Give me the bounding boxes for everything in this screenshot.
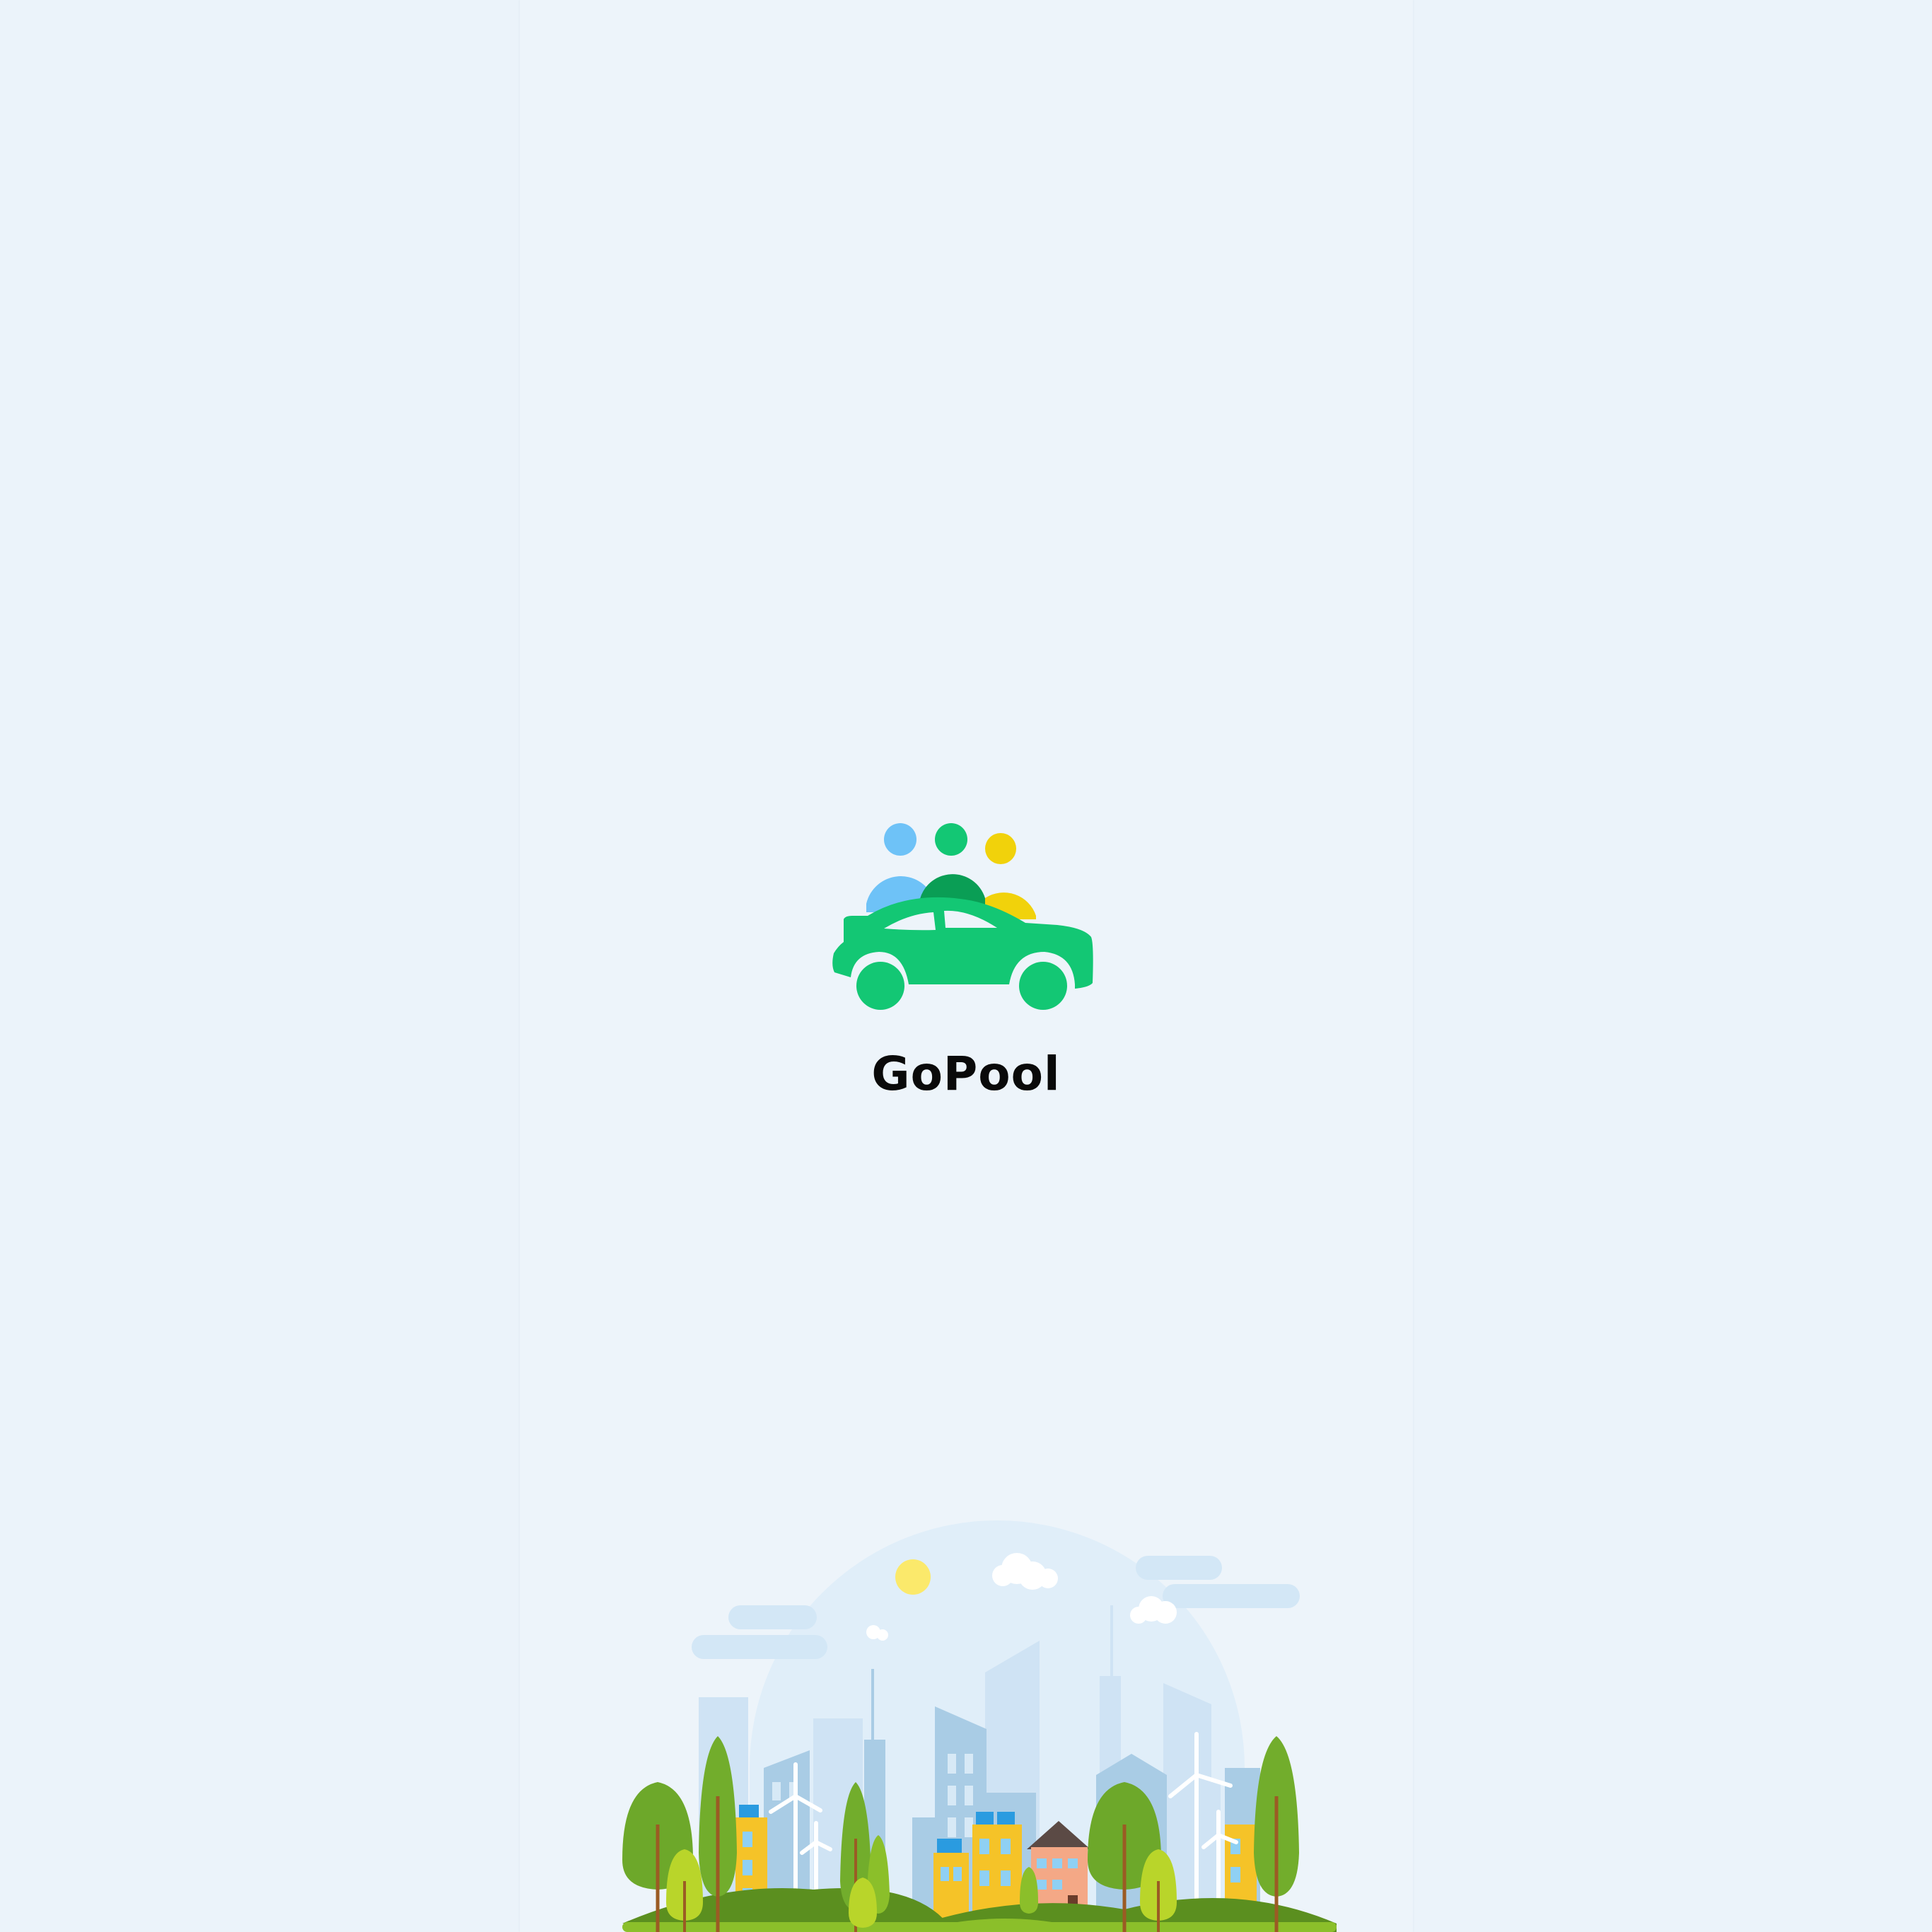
app-name: GoPool xyxy=(871,1047,1061,1101)
green-city-skyline-illustration xyxy=(622,1520,1337,1932)
splash-screen: GoPool xyxy=(0,0,1932,1932)
carpool-car-icon xyxy=(832,823,1093,1010)
